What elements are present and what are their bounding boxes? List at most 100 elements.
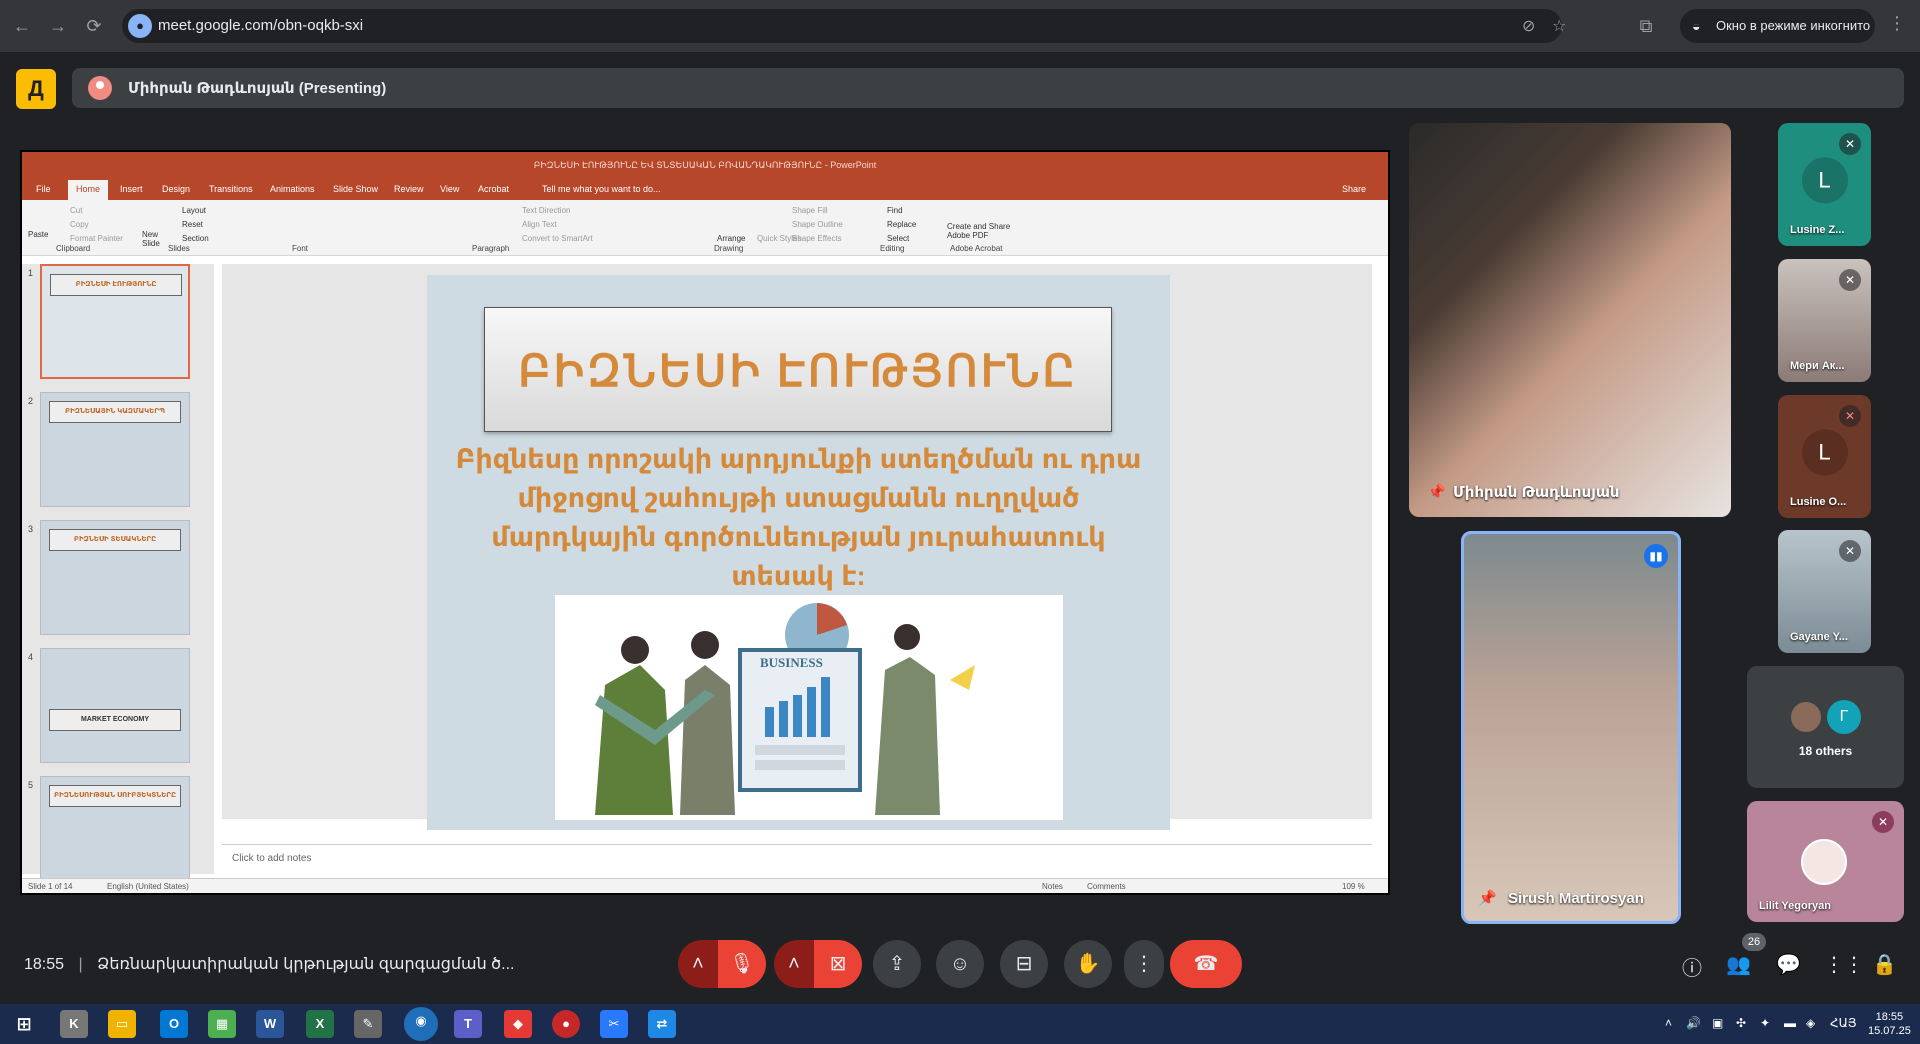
tab-review[interactable]: Review — [394, 184, 424, 194]
app-icon[interactable]: K — [60, 1010, 88, 1038]
app-icon[interactable]: ✎ — [354, 1010, 382, 1038]
slide-thumbnail[interactable]: ԲԻԶՆԵՍԻ ՏԵՍԱԿՆԵՐԸ — [40, 520, 190, 635]
shape-fill-button[interactable]: Shape Fill — [792, 206, 828, 215]
adobe-pdf-button[interactable]: Create and Share Adobe PDF — [947, 222, 1017, 240]
tab-insert[interactable]: Insert — [120, 184, 143, 194]
address-bar[interactable]: ● meet.google.com/obn-oqkb-sxi ⊘ ☆ — [122, 9, 1566, 43]
taskbar-clock[interactable]: 18:55 15.07.25 — [1868, 1010, 1911, 1038]
participant-tile[interactable]: ✕ Gayane Y... — [1778, 530, 1871, 653]
status-notes-button[interactable]: Notes — [1042, 882, 1063, 891]
shape-effects-button[interactable]: Shape Effects — [792, 234, 842, 243]
participant-tile[interactable]: ✕ L Lusine O... — [1778, 395, 1871, 518]
tell-me-box[interactable]: Tell me what you want to do... — [542, 184, 661, 194]
slide-thumbnail[interactable]: ԲԻԶՆԵՍԻ ԷՈՒԹՅՈՒՆԸ — [40, 264, 190, 379]
tab-home[interactable]: Home — [68, 180, 109, 200]
find-button[interactable]: Find — [887, 206, 903, 215]
snipping-tool-icon[interactable]: ✂ — [600, 1010, 628, 1038]
excel-icon[interactable]: X — [306, 1010, 334, 1038]
participant-tile[interactable]: ✕ L Lusine Z... — [1778, 123, 1871, 246]
tab-animations[interactable]: Animations — [270, 184, 315, 194]
cut-button[interactable]: Cut — [70, 206, 82, 215]
incognito-badge[interactable]: ◒ Окно в режиме инкогнито — [1680, 9, 1875, 43]
captions-button[interactable]: ⊟ — [1000, 940, 1048, 988]
audio-options-button[interactable]: ˄ — [678, 940, 718, 988]
network-icon[interactable]: ▬ — [1784, 1016, 1796, 1030]
convert-smartart-button[interactable]: Convert to SmartArt — [522, 234, 593, 243]
reactions-button[interactable]: ☺ — [936, 940, 984, 988]
status-zoom[interactable]: 109 % — [1342, 882, 1365, 891]
more-options-button[interactable]: ⋮ — [1124, 940, 1164, 988]
extensions-icon[interactable]: ⧉ — [1632, 12, 1660, 40]
star-icon[interactable]: ☆ — [1552, 16, 1566, 36]
slide-thumbnail[interactable]: MARKET ECONOMY — [40, 648, 190, 763]
people-icon[interactable]: 👥 — [1726, 952, 1751, 977]
share-button[interactable]: Share — [1342, 184, 1366, 194]
anydesk-icon[interactable]: ◆ — [504, 1010, 532, 1038]
copy-button[interactable]: Copy — [70, 220, 89, 229]
present-screen-button[interactable]: ⇪ — [873, 940, 921, 988]
video-options-button[interactable]: ˄ — [774, 940, 814, 988]
file-explorer-icon[interactable]: ▭ — [108, 1010, 136, 1038]
browser-menu-icon[interactable]: ⋮ — [1888, 13, 1906, 34]
text-direction-button[interactable]: Text Direction — [522, 206, 570, 215]
format-painter-button[interactable]: Format Painter — [70, 234, 123, 243]
camera-toggle-button[interactable]: ⊠ — [814, 940, 862, 988]
business-illustration[interactable]: BUSINESS — [555, 595, 1063, 820]
language-indicator[interactable]: ՀԱՅ — [1830, 1016, 1857, 1030]
tab-design[interactable]: Design — [162, 184, 190, 194]
slide-title-box[interactable]: ԲԻԶՆԵՍԻ ԷՈՒԹՅՈՒՆԸ — [484, 307, 1112, 432]
chrome-icon[interactable]: ◉ — [404, 1007, 438, 1041]
presenter-video-tile[interactable]: Միհրան Թադևոսյան 📌 — [1409, 123, 1731, 517]
app-icon[interactable]: ⇄ — [648, 1010, 676, 1038]
tab-transitions[interactable]: Transitions — [209, 184, 253, 194]
pin-icon[interactable]: 📌 — [1478, 889, 1497, 907]
reset-button[interactable]: Reset — [182, 220, 203, 229]
volume-icon[interactable]: 🔊 — [1686, 1016, 1701, 1030]
teams-icon[interactable]: T — [454, 1010, 482, 1038]
current-slide[interactable]: ԲԻԶՆԵՍԻ ԷՈՒԹՅՈՒՆԸ Բիզնեսը որոշակի արդյու… — [427, 275, 1170, 830]
raise-hand-button[interactable]: ✋ — [1064, 940, 1112, 988]
status-language[interactable]: English (United States) — [107, 882, 189, 891]
security-icon[interactable]: ◈ — [1806, 1016, 1815, 1030]
align-text-button[interactable]: Align Text — [522, 220, 557, 229]
slide-thumbnail[interactable]: ԲԻԶՆԵՍԱՅԻՆ ԿԱԶՄԱԿԵՐՊ — [40, 392, 190, 507]
eye-off-icon[interactable]: ⊘ — [1522, 16, 1535, 36]
participant-tile[interactable]: ✕ Мери Ак... — [1778, 259, 1871, 382]
arrange-button[interactable]: Arrange — [717, 234, 745, 243]
pin-icon[interactable]: 📌 — [1427, 483, 1446, 501]
url-text[interactable]: meet.google.com/obn-oqkb-sxi — [158, 17, 363, 34]
participant-tile[interactable]: ✕ Lilit Yegoryan — [1747, 801, 1904, 922]
meeting-details-icon[interactable]: ⓘ — [1682, 952, 1702, 981]
chat-icon[interactable]: 💬 — [1776, 952, 1801, 977]
leave-call-button[interactable]: ☎ — [1170, 940, 1242, 988]
tray-chevron-icon[interactable]: ˄ — [1665, 1016, 1672, 1030]
tray-app-icon[interactable]: ✣ — [1736, 1016, 1746, 1030]
status-comments-button[interactable]: Comments — [1087, 882, 1126, 891]
tab-view[interactable]: View — [440, 184, 459, 194]
replace-button[interactable]: Replace — [887, 220, 916, 229]
mic-site-icon[interactable]: ● — [128, 14, 152, 38]
tab-slide-show[interactable]: Slide Show — [333, 184, 378, 194]
section-button[interactable]: Section — [182, 234, 209, 243]
shape-outline-button[interactable]: Shape Outline — [792, 220, 843, 229]
paste-button[interactable]: Paste — [28, 230, 48, 239]
slide-thumbnail[interactable]: ԲԻԶՆԵՍՈՒԹՅԱՆ ՍՈՒԲՅԵԿՏՆԵՐԸ — [40, 776, 190, 891]
select-button[interactable]: Select — [887, 234, 909, 243]
slide-body-text[interactable]: Բիզնեսը որոշակի արդյունքի ստեղծման ու դր… — [437, 440, 1160, 596]
host-controls-icon[interactable]: 🔒 — [1872, 952, 1897, 977]
tray-app-icon[interactable]: ▣ — [1712, 1016, 1723, 1030]
calculator-icon[interactable]: ▦ — [208, 1010, 236, 1038]
forward-icon[interactable]: → — [44, 12, 72, 40]
windows-start-icon[interactable]: ⊞ — [10, 1010, 38, 1038]
recorder-icon[interactable]: ● — [552, 1010, 580, 1038]
tray-app-icon[interactable]: ✦ — [1760, 1016, 1770, 1030]
others-tile[interactable]: Г 18 others — [1747, 666, 1904, 788]
layout-button[interactable]: Layout — [182, 206, 206, 215]
microphone-toggle-button[interactable]: 🎙 — [718, 940, 766, 988]
tab-acrobat[interactable]: Acrobat — [478, 184, 509, 194]
word-icon[interactable]: W — [256, 1010, 284, 1038]
tab-file[interactable]: File — [36, 184, 51, 194]
back-icon[interactable]: ← — [8, 12, 36, 40]
speaker-video-tile[interactable]: ▮▮ 📌 Sirush Martirosyan — [1461, 531, 1681, 924]
outlook-icon[interactable]: O — [160, 1010, 188, 1038]
